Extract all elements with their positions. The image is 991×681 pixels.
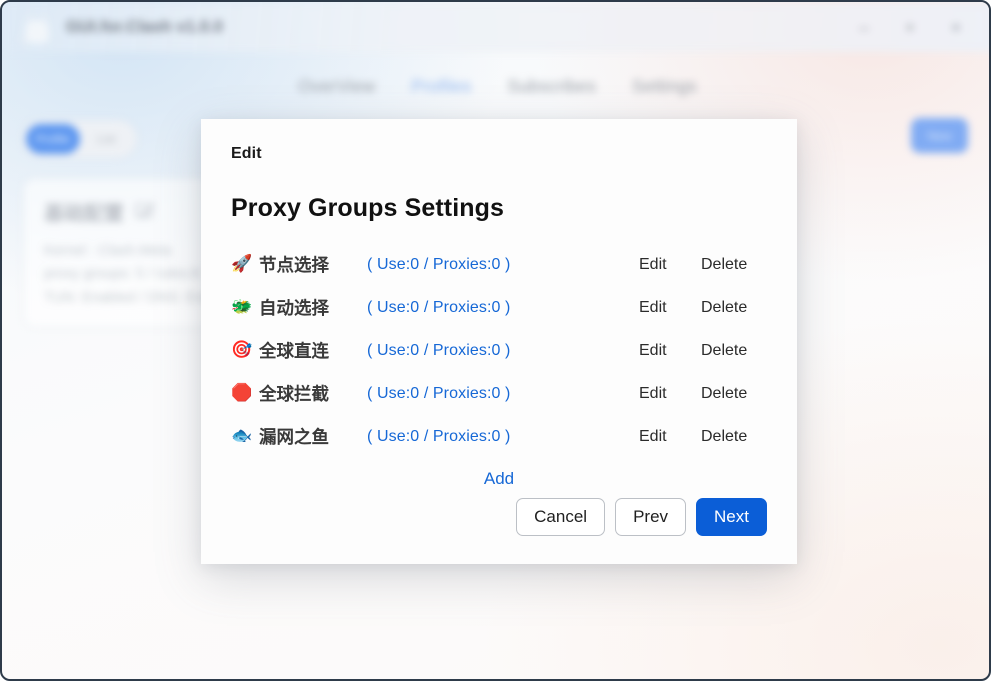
group-edit-button[interactable]: Edit <box>639 256 701 274</box>
app-window: GUI.for.Clash v1.0.0 – + × OverView Prof… <box>0 0 991 681</box>
direct-hit-icon: 🎯 <box>231 340 253 360</box>
prev-button[interactable]: Prev <box>615 498 687 536</box>
group-edit-button[interactable]: Edit <box>639 342 701 360</box>
group-name: 全球直连 <box>259 341 329 361</box>
group-edit-button[interactable]: Edit <box>639 385 701 403</box>
table-row: 🎯 全球直连 ( Use:0 / Proxies:0 ) Edit Delete <box>231 329 767 372</box>
group-name: 节点选择 <box>259 255 329 275</box>
rocket-icon: 🚀 <box>231 254 253 274</box>
table-row: 🛑 全球拦截 ( Use:0 / Proxies:0 ) Edit Delete <box>231 372 767 415</box>
table-row: 🐟 漏网之鱼 ( Use:0 / Proxies:0 ) Edit Delete <box>231 415 767 458</box>
dragon-face-icon: 🐲 <box>231 297 253 317</box>
dialog-footer: Cancel Prev Next <box>516 498 767 536</box>
dialog-kicker: Edit <box>231 145 262 162</box>
group-delete-button[interactable]: Delete <box>701 428 767 446</box>
edit-proxy-groups-dialog: Edit Proxy Groups Settings 🚀 节点选择 ( Use:… <box>201 119 797 564</box>
fish-icon: 🐟 <box>231 426 253 446</box>
group-usage-count: ( Use:0 / Proxies:0 ) <box>367 341 511 359</box>
table-row: 🚀 节点选择 ( Use:0 / Proxies:0 ) Edit Delete <box>231 243 767 286</box>
cancel-button[interactable]: Cancel <box>516 498 606 536</box>
group-name: 全球拦截 <box>259 384 329 404</box>
proxy-group-list: 🚀 节点选择 ( Use:0 / Proxies:0 ) Edit Delete… <box>231 243 767 458</box>
next-button[interactable]: Next <box>696 498 767 536</box>
group-edit-button[interactable]: Edit <box>639 299 701 317</box>
group-delete-button[interactable]: Delete <box>701 342 767 360</box>
add-group-row: Add <box>231 462 767 496</box>
group-usage-count: ( Use:0 / Proxies:0 ) <box>367 255 511 273</box>
add-group-button[interactable]: Add <box>484 469 514 489</box>
group-name: 自动选择 <box>259 298 329 318</box>
group-name: 漏网之鱼 <box>259 427 329 447</box>
group-usage-count: ( Use:0 / Proxies:0 ) <box>367 427 511 445</box>
group-edit-button[interactable]: Edit <box>639 428 701 446</box>
group-usage-count: ( Use:0 / Proxies:0 ) <box>367 298 511 316</box>
group-delete-button[interactable]: Delete <box>701 299 767 317</box>
group-delete-button[interactable]: Delete <box>701 256 767 274</box>
group-delete-button[interactable]: Delete <box>701 385 767 403</box>
group-usage-count: ( Use:0 / Proxies:0 ) <box>367 384 511 402</box>
stop-sign-icon: 🛑 <box>231 383 253 403</box>
table-row: 🐲 自动选择 ( Use:0 / Proxies:0 ) Edit Delete <box>231 286 767 329</box>
dialog-title: Proxy Groups Settings <box>231 194 504 222</box>
